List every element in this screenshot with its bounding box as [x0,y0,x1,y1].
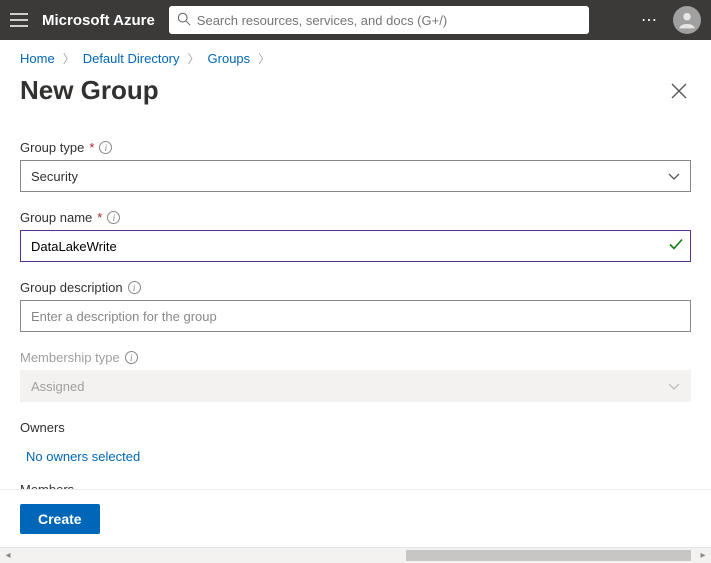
group-type-value: Security [31,169,78,184]
field-membership-type: Membership type i Assigned [20,350,691,402]
scroll-left-arrow-icon[interactable]: ◂ [0,550,16,561]
required-marker: * [97,210,102,225]
chevron-down-icon [668,169,680,184]
info-icon[interactable]: i [128,281,141,294]
scroll-right-arrow-icon[interactable]: ▸ [695,550,711,561]
breadcrumb-home[interactable]: Home [20,51,55,66]
required-marker: * [89,140,94,155]
breadcrumb-directory[interactable]: Default Directory [83,51,180,66]
group-description-input[interactable] [20,300,691,332]
info-icon[interactable]: i [99,141,112,154]
field-group-description: Group description i [20,280,691,332]
chevron-right-icon: 〉 [188,50,200,67]
membership-type-label: Membership type [20,350,120,365]
hamburger-icon[interactable] [10,13,28,27]
membership-type-select: Assigned [20,370,691,402]
page-title: New Group [20,75,159,106]
group-name-input[interactable] [20,230,691,262]
form-panel: Group type * i Security Group name * i G… [0,120,711,489]
group-type-label: Group type [20,140,84,155]
breadcrumb-groups[interactable]: Groups [208,51,251,66]
search-input[interactable] [197,13,581,28]
field-group-type: Group type * i Security [20,140,691,192]
footer-bar: Create [0,489,711,547]
field-group-name: Group name * i [20,210,691,262]
chevron-right-icon: 〉 [258,50,270,67]
info-icon[interactable]: i [125,351,138,364]
brand-label: Microsoft Azure [42,12,155,29]
group-name-label: Group name [20,210,92,225]
membership-type-value: Assigned [31,379,84,394]
chevron-down-icon [668,379,680,394]
search-icon [177,12,191,29]
owners-heading: Owners [20,420,691,435]
scroll-thumb[interactable] [406,550,691,561]
members-heading: Members [20,482,691,489]
info-icon[interactable]: i [107,211,120,224]
create-button[interactable]: Create [20,504,100,534]
scroll-track[interactable] [16,548,695,563]
more-icon[interactable]: ⋯ [641,10,659,30]
section-members: Members [20,482,691,489]
top-bar: Microsoft Azure ⋯ [0,0,711,40]
owners-link[interactable]: No owners selected [20,443,140,464]
search-box[interactable] [169,6,589,34]
check-icon [669,239,683,254]
close-button[interactable] [667,79,691,103]
title-row: New Group [0,67,711,122]
chevron-right-icon: 〉 [63,50,75,67]
horizontal-scrollbar[interactable]: ◂ ▸ [0,547,711,563]
breadcrumb: Home 〉 Default Directory 〉 Groups 〉 [0,40,711,67]
group-type-select[interactable]: Security [20,160,691,192]
group-description-label: Group description [20,280,123,295]
section-owners: Owners No owners selected [20,420,691,464]
avatar[interactable] [673,6,701,34]
